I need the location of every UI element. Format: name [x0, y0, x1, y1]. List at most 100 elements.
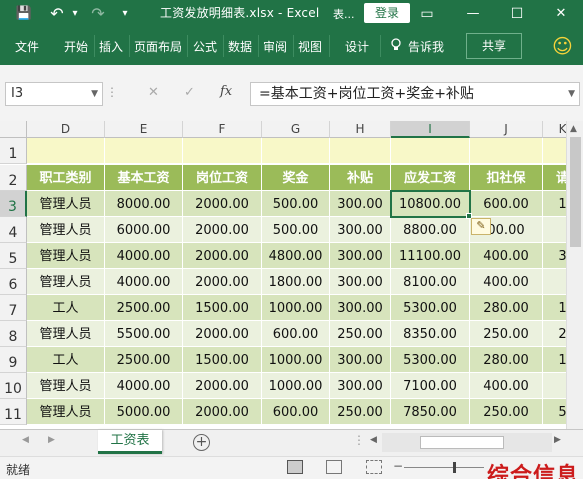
tab-scroll-right-icon[interactable]: ▶ — [48, 435, 55, 445]
page-break-view-icon[interactable] — [366, 460, 382, 474]
data-cell[interactable]: 300.00 — [330, 269, 391, 295]
data-cell[interactable]: 2500.00 — [105, 347, 183, 373]
data-cell[interactable]: 管理人员 — [27, 191, 105, 217]
data-cell[interactable]: 400.00 — [470, 373, 543, 399]
data-cell[interactable]: 4000.00 — [105, 269, 183, 295]
vertical-scrollbar[interactable]: ▲ — [566, 121, 583, 429]
save-icon[interactable]: 💾 — [14, 4, 34, 24]
data-cell[interactable]: 4800.00 — [262, 243, 330, 269]
data-cell[interactable]: 6000.00 — [105, 217, 183, 243]
cell-title-row[interactable] — [262, 138, 330, 164]
data-cell[interactable]: 2500.00 — [105, 295, 183, 321]
data-cell[interactable]: 7850.00 — [391, 399, 470, 425]
enter-icon[interactable]: ✓ — [184, 85, 195, 100]
data-cell[interactable]: 250.00 — [330, 399, 391, 425]
data-cell[interactable]: 工人 — [27, 347, 105, 373]
data-cell[interactable]: 300.00 — [330, 191, 391, 217]
tell-me-icon[interactable] — [390, 38, 402, 55]
scroll-up-icon[interactable]: ▲ — [570, 124, 577, 134]
close-icon[interactable]: ✕ — [552, 4, 570, 24]
header-cell[interactable]: 补贴 — [330, 165, 391, 191]
data-cell[interactable]: 1000.00 — [262, 347, 330, 373]
add-sheet-icon[interactable]: + — [193, 434, 210, 451]
data-cell[interactable]: 管理人员 — [27, 399, 105, 425]
tab-data[interactable]: 数据 — [228, 38, 252, 55]
ribbon-display-icon[interactable]: ▭ — [418, 4, 436, 24]
data-cell[interactable]: 250.00 — [470, 399, 543, 425]
undo-dropdown-icon[interactable]: ▾ — [69, 4, 81, 24]
autofill-options-icon[interactable]: ✎ — [471, 218, 491, 235]
data-cell[interactable]: 250.00 — [330, 321, 391, 347]
column-header-f[interactable]: F — [183, 121, 262, 138]
header-cell[interactable]: 岗位工资 — [183, 165, 262, 191]
column-header-i[interactable]: I — [391, 121, 470, 138]
smiley-feedback-icon[interactable]: ☺ — [552, 34, 573, 58]
worksheet-grid[interactable]: DEFGHIJK 1 2 3 4 5 6 7 8 9 10 11 职工类别 基本工资 岗位工资 奖金 补贴应… — [0, 121, 583, 429]
data-cell[interactable]: 1000.00 — [262, 295, 330, 321]
expand-formula-icon[interactable]: ▼ — [568, 83, 575, 105]
data-cell[interactable]: 7100.00 — [391, 373, 470, 399]
data-cell[interactable]: 4000.00 — [105, 373, 183, 399]
undo-icon[interactable]: ↶ — [47, 4, 67, 24]
data-cell[interactable]: 8800.00 — [391, 217, 470, 243]
data-cell[interactable]: 5300.00 — [391, 295, 470, 321]
minimize-icon[interactable]: — — [464, 4, 482, 24]
data-cell[interactable]: 2000.00 — [183, 321, 262, 347]
data-cell[interactable]: 600.00 — [470, 191, 543, 217]
cell-title-row[interactable] — [470, 138, 543, 164]
column-header-j[interactable]: J — [470, 121, 543, 138]
tab-design[interactable]: 设计 — [345, 38, 369, 55]
data-cell[interactable]: 500.00 — [262, 191, 330, 217]
data-cell[interactable]: 5500.00 — [105, 321, 183, 347]
data-cell[interactable]: 5000.00 — [105, 399, 183, 425]
data-cell[interactable]: 1800.00 — [262, 269, 330, 295]
tab-review[interactable]: 审阅 — [263, 38, 287, 55]
horizontal-scroll-thumb[interactable] — [420, 436, 504, 449]
page-layout-view-icon[interactable] — [326, 460, 342, 474]
data-cell[interactable]: 11100.00 — [391, 243, 470, 269]
redo-icon[interactable]: ↷ — [88, 4, 108, 24]
sheet-tab-active[interactable]: 工资表 — [98, 430, 162, 454]
column-header-d[interactable]: D — [27, 121, 105, 138]
cancel-icon[interactable]: ✕ — [148, 85, 159, 100]
row-header-1[interactable]: 1 — [0, 138, 27, 164]
data-cell[interactable]: 400.00 — [470, 243, 543, 269]
tab-page-layout[interactable]: 页面布局 — [134, 38, 182, 55]
cell-title-row[interactable] — [105, 138, 183, 164]
tab-view[interactable]: 视图 — [298, 38, 322, 55]
data-cell[interactable]: 2000.00 — [183, 399, 262, 425]
data-cell[interactable]: 4000.00 — [105, 243, 183, 269]
data-cell[interactable]: 2000.00 — [183, 191, 262, 217]
data-cell[interactable]: 500.00 — [262, 217, 330, 243]
data-cell[interactable]: 1000.00 — [262, 373, 330, 399]
data-cell[interactable]: 300.00 — [330, 373, 391, 399]
data-cell[interactable]: 300.00 — [330, 347, 391, 373]
data-cell[interactable]: 管理人员 — [27, 269, 105, 295]
data-cell[interactable]: 2000.00 — [183, 243, 262, 269]
cell-title-row[interactable] — [391, 138, 470, 164]
row-header-4[interactable]: 4 — [0, 217, 27, 243]
data-cell[interactable]: 600.00 — [262, 399, 330, 425]
data-cell[interactable]: 400.00 — [470, 269, 543, 295]
row-header-3[interactable]: 3 — [0, 191, 27, 217]
name-box-dropdown-icon[interactable]: ▼ — [91, 83, 98, 105]
header-cell[interactable]: 扣社保 — [470, 165, 543, 191]
login-button[interactable]: 登录 — [364, 3, 410, 23]
horizontal-scrollbar[interactable] — [382, 433, 552, 452]
hscroll-right-icon[interactable]: ▶ — [554, 435, 561, 445]
row-header-9[interactable]: 9 — [0, 347, 27, 373]
data-cell[interactable]: 5300.00 — [391, 347, 470, 373]
data-cell[interactable]: 8350.00 — [391, 321, 470, 347]
tab-file[interactable]: 文件 — [15, 38, 39, 55]
data-cell[interactable]: 管理人员 — [27, 321, 105, 347]
tab-scroll-left-icon[interactable]: ◀ — [22, 435, 29, 445]
tell-me-label[interactable]: 告诉我 — [408, 38, 444, 55]
data-cell[interactable]: 2000.00 — [183, 217, 262, 243]
data-cell[interactable]: 管理人员 — [27, 217, 105, 243]
header-cell[interactable]: 职工类别 — [27, 165, 105, 191]
share-button[interactable]: 共享 — [466, 33, 522, 59]
cell-title-row[interactable] — [27, 138, 105, 164]
zoom-slider[interactable] — [404, 467, 484, 468]
zoom-out-icon[interactable]: − — [393, 459, 403, 473]
data-cell[interactable]: 10800.00 — [391, 191, 470, 217]
